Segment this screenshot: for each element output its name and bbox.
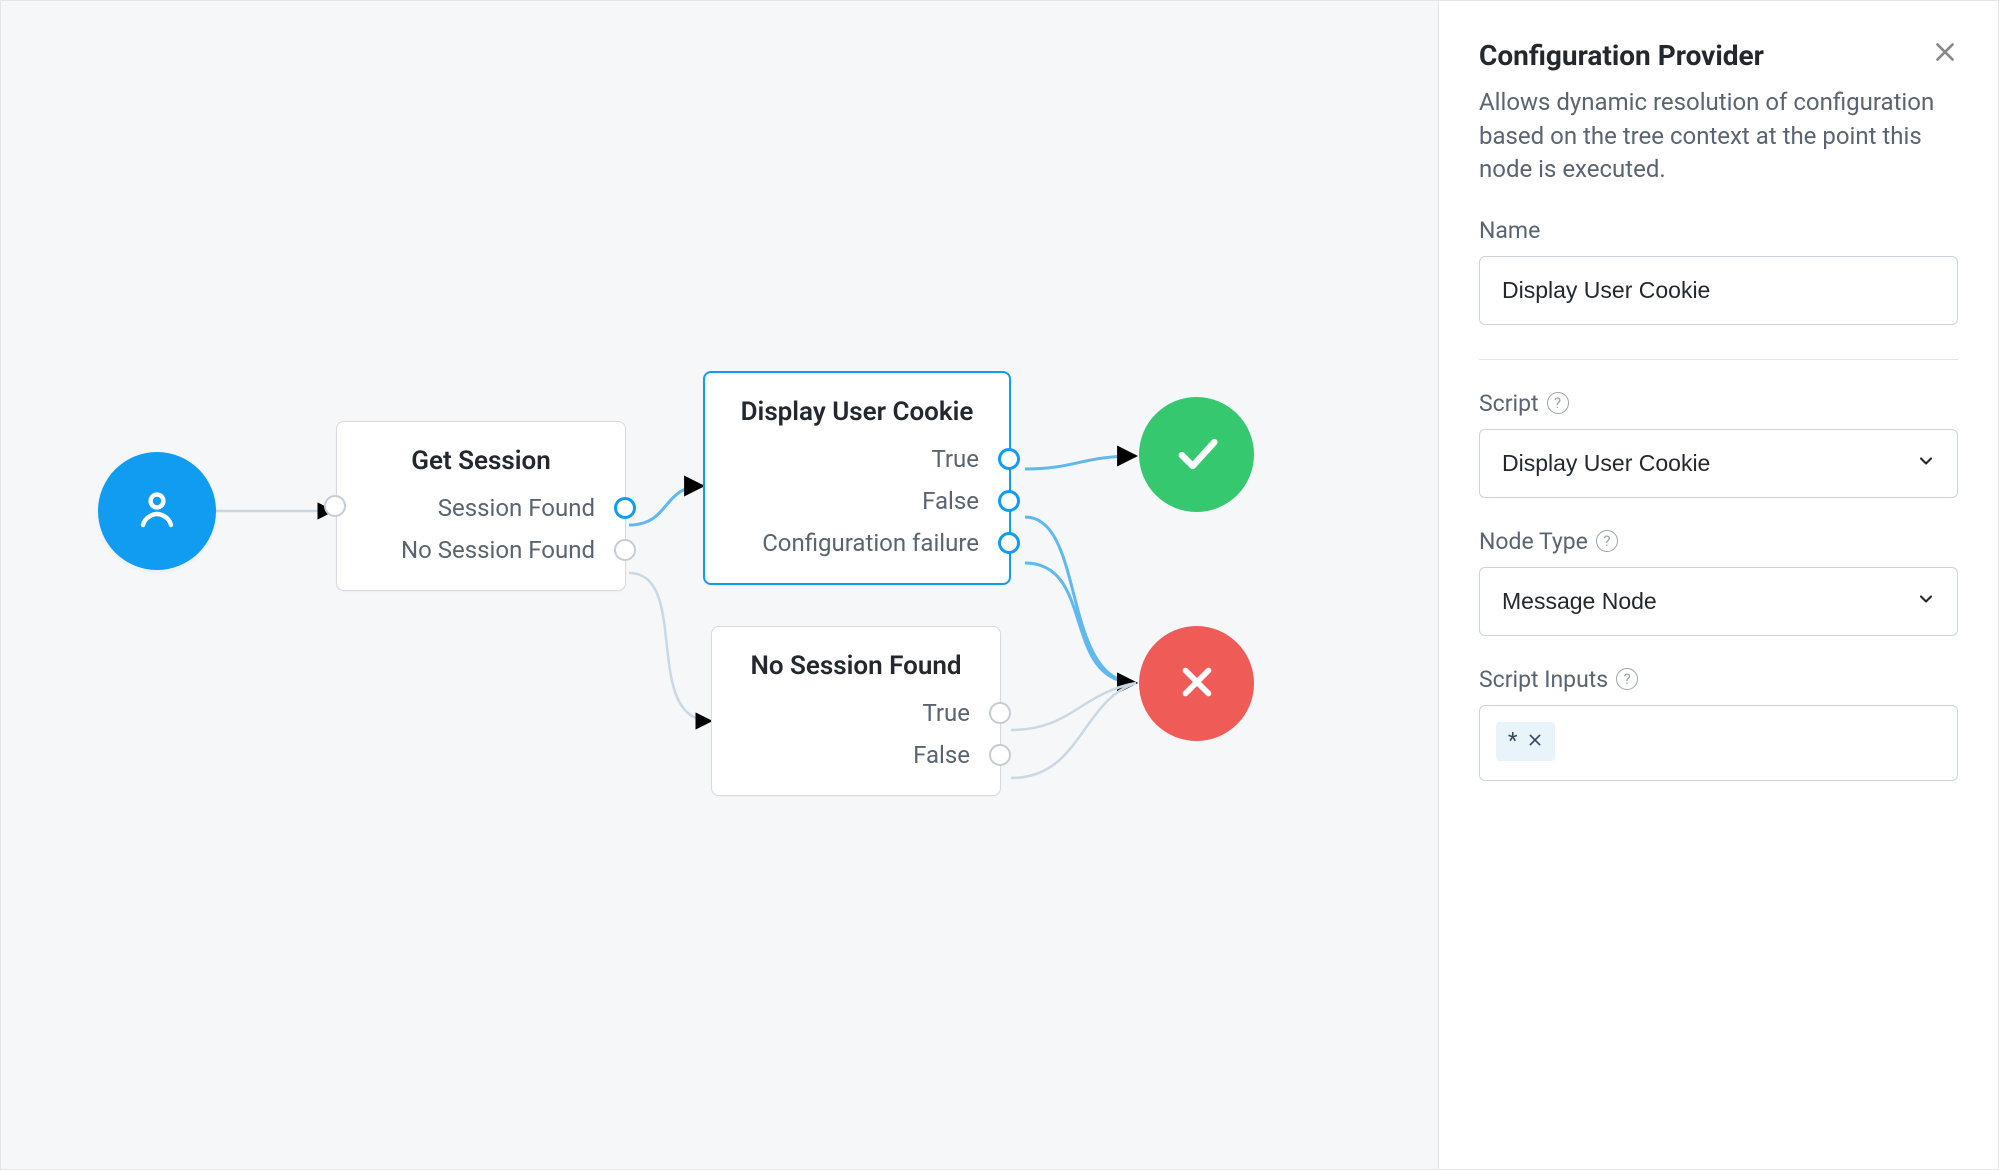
person-icon (133, 485, 181, 537)
output-false[interactable]: False (922, 483, 983, 519)
output-session-found[interactable]: Session Found (438, 490, 599, 526)
port-out[interactable] (614, 497, 636, 519)
output-false[interactable]: False (913, 737, 974, 773)
chip-remove-icon[interactable] (1527, 729, 1543, 753)
script-select[interactable] (1479, 429, 1958, 498)
node-type-label: Node Type (1479, 528, 1588, 555)
node-title: Display User Cookie (731, 397, 983, 427)
node-type-select[interactable] (1479, 567, 1958, 636)
port-out[interactable] (989, 702, 1011, 724)
check-icon (1171, 427, 1223, 483)
help-icon[interactable]: ? (1596, 530, 1618, 552)
help-icon[interactable]: ? (1616, 668, 1638, 690)
output-label: Configuration failure (762, 529, 979, 557)
output-config-failure[interactable]: Configuration failure (762, 525, 983, 561)
node-get-session[interactable]: Get Session Session Found No Session Fou… (336, 421, 626, 591)
start-node[interactable] (98, 452, 216, 570)
output-label: No Session Found (401, 536, 595, 564)
node-title: No Session Found (738, 651, 974, 681)
output-no-session-found[interactable]: No Session Found (401, 532, 599, 568)
port-out[interactable] (998, 448, 1020, 470)
panel-title: Configuration Provider (1479, 39, 1764, 72)
chip-label: * (1508, 729, 1517, 754)
divider (1479, 359, 1958, 360)
name-label: Name (1479, 217, 1958, 244)
port-out[interactable] (614, 539, 636, 561)
config-panel: Configuration Provider Allows dynamic re… (1438, 1, 1998, 1169)
output-true[interactable]: True (931, 441, 983, 477)
script-inputs-label: Script Inputs (1479, 666, 1608, 693)
port-out[interactable] (989, 744, 1011, 766)
output-label: False (913, 741, 970, 769)
script-inputs-field[interactable]: * (1479, 705, 1958, 781)
help-icon[interactable]: ? (1547, 392, 1569, 414)
node-title: Get Session (363, 446, 599, 476)
output-label: True (922, 699, 970, 727)
output-true[interactable]: True (922, 695, 974, 731)
flow-canvas[interactable]: Get Session Session Found No Session Fou… (1, 1, 1438, 1169)
panel-description: Allows dynamic resolution of configurati… (1479, 86, 1958, 187)
result-success[interactable] (1139, 397, 1254, 512)
node-display-user-cookie[interactable]: Display User Cookie True False Configura… (703, 371, 1011, 585)
output-label: False (922, 487, 979, 515)
script-label: Script (1479, 390, 1539, 417)
close-icon[interactable] (1932, 39, 1958, 71)
node-no-session-found[interactable]: No Session Found True False (711, 626, 1001, 796)
port-out[interactable] (998, 532, 1020, 554)
x-icon (1174, 659, 1220, 709)
output-label: True (931, 445, 979, 473)
output-label: Session Found (438, 494, 595, 522)
port-out[interactable] (998, 490, 1020, 512)
port-in[interactable] (324, 495, 346, 517)
chip[interactable]: * (1496, 722, 1555, 761)
name-input[interactable] (1479, 256, 1958, 325)
edges-layer (1, 1, 1438, 1169)
result-failure[interactable] (1139, 626, 1254, 741)
